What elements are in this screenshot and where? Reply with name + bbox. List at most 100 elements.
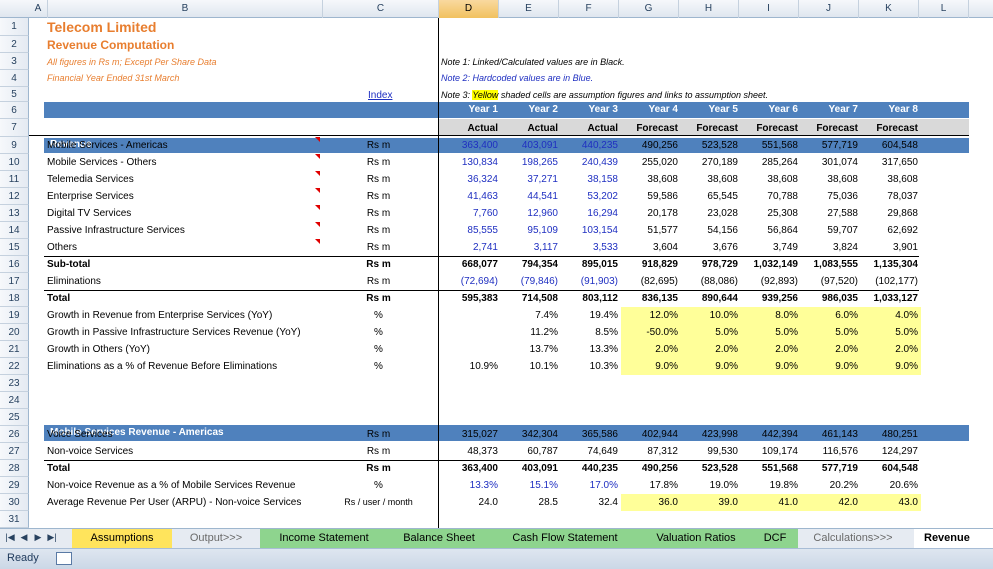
column-header-c[interactable]: C — [323, 0, 439, 18]
mobile-row-1-value-6[interactable]: 442,394 — [741, 429, 801, 440]
nonvoice-pct-row-label[interactable]: Non-voice Revenue as a % of Mobile Servi… — [44, 480, 304, 491]
subtotal-row-value-7[interactable]: 1,083,555 — [801, 259, 861, 270]
revenue-row-3-value-1[interactable]: 36,324 — [438, 174, 501, 185]
revenue-row-3-value-3[interactable]: 38,158 — [561, 174, 621, 185]
row-header-31[interactable]: 31 — [0, 511, 29, 528]
revenue-row-1-label[interactable]: Mobile Services - Americas — [44, 140, 304, 151]
revenue-row-2-value-7[interactable]: 301,074 — [801, 157, 861, 168]
mobile-total-row-value-3[interactable]: 440,235 — [561, 463, 621, 474]
subtotal-row-value-6[interactable]: 1,032,149 — [741, 259, 801, 270]
revenue-row-4-value-5[interactable]: 65,545 — [681, 191, 741, 202]
column-header-e[interactable]: E — [499, 0, 559, 18]
eliminations-row-value-3[interactable]: (91,903) — [561, 276, 621, 287]
mobile-total-row-value-4[interactable]: 490,256 — [621, 463, 681, 474]
mobile-row-2-value-4[interactable]: 87,312 — [621, 446, 681, 457]
revenue-row-2-unit[interactable]: Rs m — [319, 157, 438, 168]
sheet-tab-income-statement[interactable]: Income Statement — [260, 529, 388, 548]
nonvoice-pct-row-value-3[interactable]: 17.0% — [561, 480, 621, 491]
revenue-row-5-unit[interactable]: Rs m — [319, 208, 438, 219]
growth-row-2-unit[interactable]: % — [319, 327, 438, 338]
sheet-tab-cash-flow-statement[interactable]: Cash Flow Statement — [490, 529, 640, 548]
revenue-row-1-value-8[interactable]: 604,548 — [861, 140, 921, 151]
prev-sheet-icon[interactable]: ◀ — [18, 532, 30, 543]
sheet-tab-revenue-co[interactable]: Revenue Co — [914, 529, 993, 548]
last-sheet-icon[interactable]: ▶| — [46, 532, 58, 543]
sheet-tab-dcf[interactable]: DCF — [752, 529, 798, 548]
arpu-row-value-3[interactable]: 32.4 — [561, 497, 621, 508]
revenue-row-3-value-6[interactable]: 38,608 — [741, 174, 801, 185]
revenue-row-6-unit[interactable]: Rs m — [319, 225, 438, 236]
growth-row-4-value-7[interactable]: 9.0% — [801, 358, 861, 375]
growth-row-1-value-6[interactable]: 8.0% — [741, 307, 801, 324]
revenue-row-4-value-2[interactable]: 44,541 — [501, 191, 561, 202]
revenue-row-1-value-1[interactable]: 363,400 — [438, 140, 501, 151]
mobile-total-row-label[interactable]: Total — [44, 463, 304, 474]
growth-row-3-value-6[interactable]: 2.0% — [741, 341, 801, 358]
revenue-row-4-value-3[interactable]: 53,202 — [561, 191, 621, 202]
growth-row-1-value-5[interactable]: 10.0% — [681, 307, 741, 324]
revenue-row-7-value-6[interactable]: 3,749 — [741, 242, 801, 253]
revenue-row-2-value-3[interactable]: 240,439 — [561, 157, 621, 168]
growth-row-4-value-3[interactable]: 10.3% — [561, 361, 621, 372]
nonvoice-pct-row-value-4[interactable]: 17.8% — [621, 480, 681, 491]
revenue-row-5-value-6[interactable]: 25,308 — [741, 208, 801, 219]
year-header-8[interactable]: Year 8 — [861, 104, 921, 115]
revenue-row-2-value-4[interactable]: 255,020 — [621, 157, 681, 168]
revenue-row-7-value-3[interactable]: 3,533 — [561, 242, 621, 253]
arpu-row-value-6[interactable]: 41.0 — [741, 494, 801, 511]
revenue-row-1-value-5[interactable]: 523,528 — [681, 140, 741, 151]
growth-row-1-value-8[interactable]: 4.0% — [861, 307, 921, 324]
revenue-row-6-value-1[interactable]: 85,555 — [438, 225, 501, 236]
growth-row-3-value-5[interactable]: 2.0% — [681, 341, 741, 358]
growth-row-2-value-7[interactable]: 5.0% — [801, 324, 861, 341]
subtotal-row-value-1[interactable]: 668,077 — [438, 259, 501, 270]
revenue-row-3-label[interactable]: Telemedia Services — [44, 174, 304, 185]
row-header-27[interactable]: 27 — [0, 443, 29, 460]
growth-row-1-value-4[interactable]: 12.0% — [621, 307, 681, 324]
nonvoice-pct-row-value-8[interactable]: 20.6% — [861, 480, 921, 491]
column-header-j[interactable]: J — [799, 0, 859, 18]
subtotal-row-label[interactable]: Sub-total — [44, 259, 304, 270]
mobile-total-row-value-6[interactable]: 551,568 — [741, 463, 801, 474]
mobile-row-1-unit[interactable]: Rs m — [319, 429, 438, 440]
revenue-row-3-value-2[interactable]: 37,271 — [501, 174, 561, 185]
mobile-total-row-value-1[interactable]: 363,400 — [438, 463, 501, 474]
arpu-row-label[interactable]: Average Revenue Per User (ARPU) - Non-vo… — [44, 497, 304, 508]
subtotal-row-value-4[interactable]: 918,829 — [621, 259, 681, 270]
growth-row-3-value-7[interactable]: 2.0% — [801, 341, 861, 358]
eliminations-row-label[interactable]: Eliminations — [44, 276, 304, 287]
total-row-value-6[interactable]: 939,256 — [741, 293, 801, 304]
growth-row-4-value-4[interactable]: 9.0% — [621, 358, 681, 375]
type-header-7[interactable]: Forecast — [801, 123, 861, 134]
sheet-tab-assumptions[interactable]: Assumptions — [72, 529, 172, 548]
total-row-value-4[interactable]: 836,135 — [621, 293, 681, 304]
growth-row-3-label[interactable]: Growth in Others (YoY) — [44, 344, 304, 355]
mobile-row-2-value-8[interactable]: 124,297 — [861, 446, 921, 457]
revenue-row-4-unit[interactable]: Rs m — [319, 191, 438, 202]
total-row-value-7[interactable]: 986,035 — [801, 293, 861, 304]
column-header-k[interactable]: K — [859, 0, 919, 18]
type-header-5[interactable]: Forecast — [681, 123, 741, 134]
revenue-row-5-value-2[interactable]: 12,960 — [501, 208, 561, 219]
type-header-1[interactable]: Actual — [438, 123, 501, 134]
mobile-row-2-value-6[interactable]: 109,174 — [741, 446, 801, 457]
mobile-total-row-value-7[interactable]: 577,719 — [801, 463, 861, 474]
growth-row-3-value-3[interactable]: 13.3% — [561, 344, 621, 355]
type-header-4[interactable]: Forecast — [621, 123, 681, 134]
sheet-tab-output[interactable]: Output>>> — [172, 529, 260, 548]
revenue-row-4-value-6[interactable]: 70,788 — [741, 191, 801, 202]
eliminations-row-value-8[interactable]: (102,177) — [861, 276, 921, 287]
revenue-row-1-value-4[interactable]: 490,256 — [621, 140, 681, 151]
type-header-8[interactable]: Forecast — [861, 123, 921, 134]
revenue-row-6-label[interactable]: Passive Infrastructure Services — [44, 225, 304, 236]
subtotal-row-value-3[interactable]: 895,015 — [561, 259, 621, 270]
row-header-29[interactable]: 29 — [0, 477, 29, 494]
type-header-2[interactable]: Actual — [501, 123, 561, 134]
row-header-2[interactable]: 2 — [0, 36, 29, 53]
mobile-row-1-value-7[interactable]: 461,143 — [801, 429, 861, 440]
mobile-total-row-unit[interactable]: Rs m — [319, 463, 438, 474]
eliminations-row-value-1[interactable]: (72,694) — [438, 276, 501, 287]
growth-row-1-value-2[interactable]: 7.4% — [501, 310, 561, 321]
macro-record-icon[interactable] — [56, 552, 72, 565]
row-header-14[interactable]: 14 — [0, 222, 29, 239]
